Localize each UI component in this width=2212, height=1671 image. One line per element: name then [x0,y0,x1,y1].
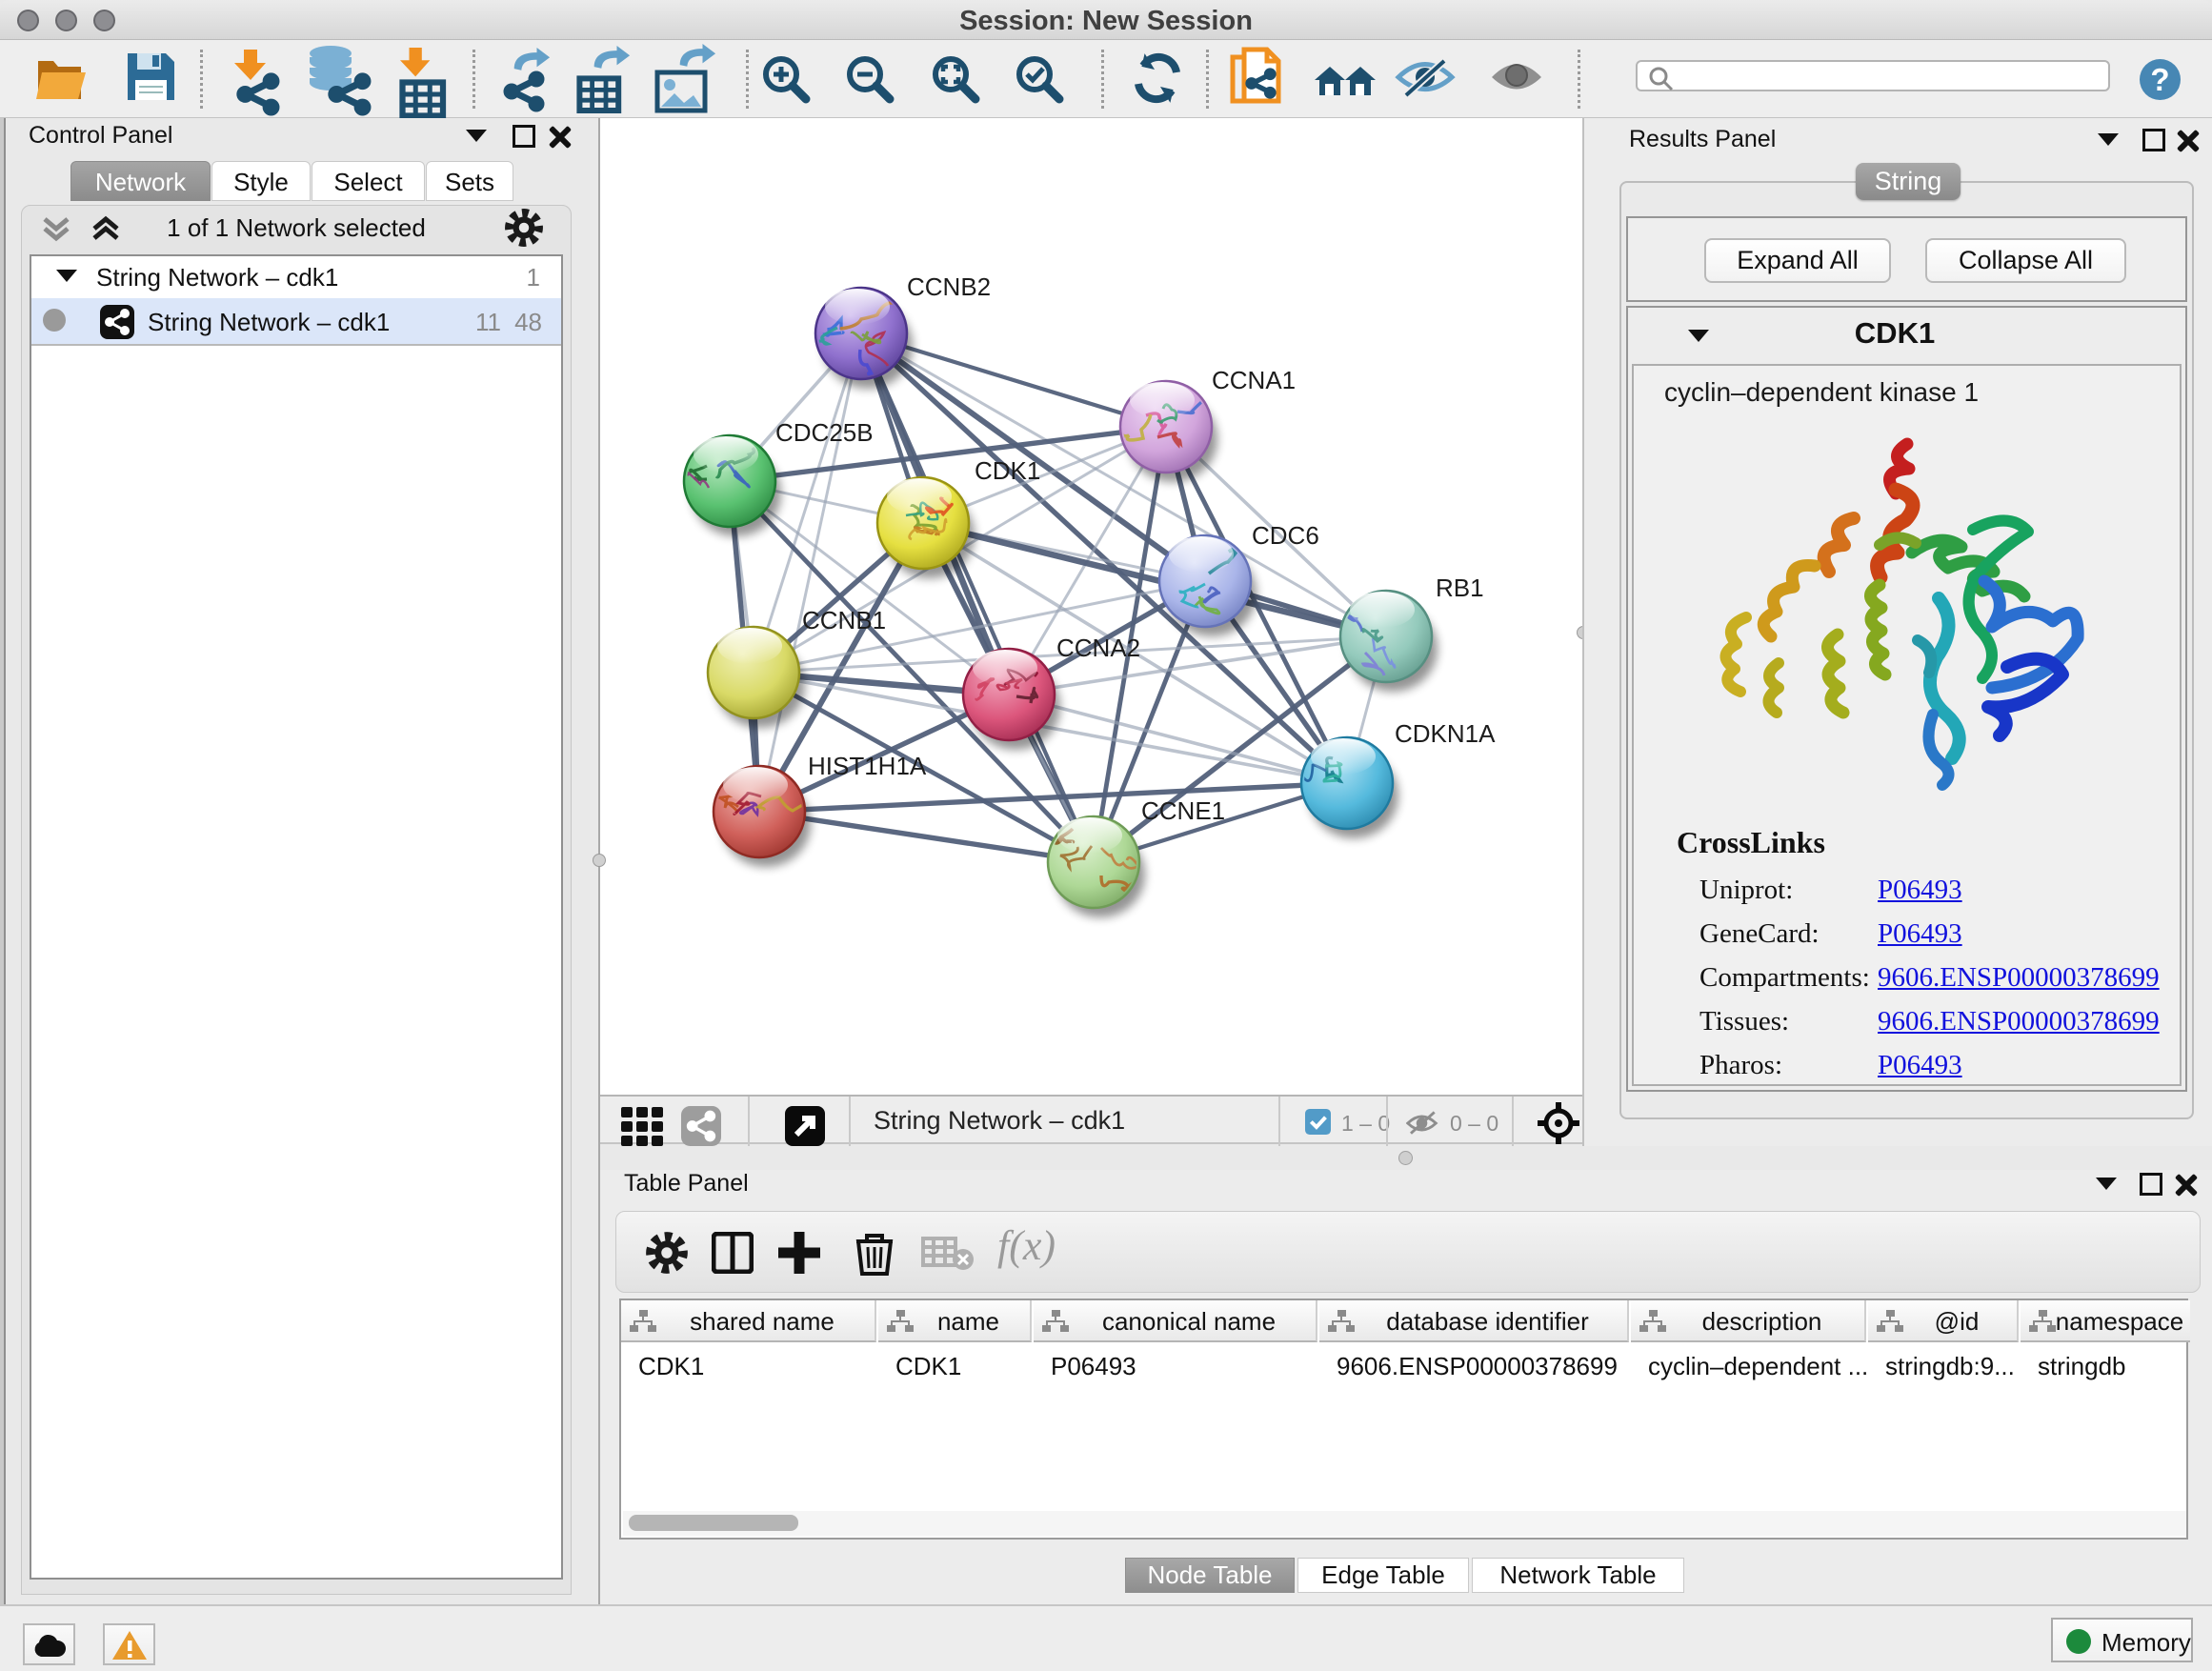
svg-text:CDC25B: CDC25B [775,418,874,447]
svg-text:CDK1: CDK1 [975,456,1040,485]
svg-text:CCNA2: CCNA2 [1056,634,1140,662]
svg-text:CCNE1: CCNE1 [1141,796,1225,825]
svg-text:CCNB2: CCNB2 [907,272,991,301]
svg-text:CDC6: CDC6 [1252,521,1319,550]
svg-text:RB1: RB1 [1436,574,1484,602]
svg-text:CCNB1: CCNB1 [802,606,886,634]
svg-text:HIST1H1A: HIST1H1A [808,752,927,780]
svg-text:CDKN1A: CDKN1A [1395,719,1496,748]
svg-text:CCNA1: CCNA1 [1212,366,1296,394]
